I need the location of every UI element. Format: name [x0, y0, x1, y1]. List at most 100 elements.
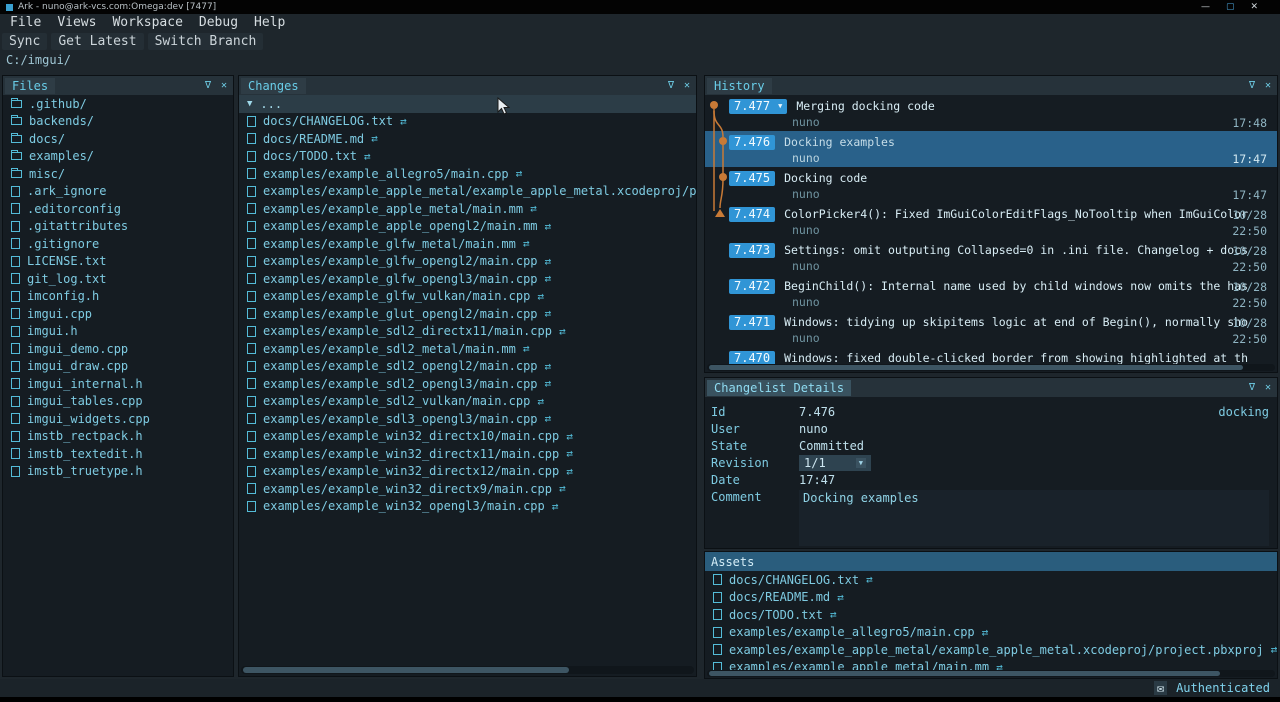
toolbar-button[interactable]: Switch Branch: [148, 33, 264, 50]
close-window-icon[interactable]: ✕: [1250, 2, 1258, 12]
close-icon[interactable]: ✕: [684, 80, 690, 91]
commit-author: nuno: [792, 295, 1269, 309]
maximize-icon[interactable]: ▢: [1226, 2, 1235, 12]
field-date: Date 17:47: [705, 471, 1277, 488]
history-entry[interactable]: 7.476 ▼ Docking examples nuno 17:47: [705, 131, 1277, 167]
filter-icon[interactable]: ∇: [1249, 382, 1255, 393]
file-tree-item[interactable]: imgui.h: [3, 323, 233, 341]
changed-file-row[interactable]: examples/example_win32_directx10/main.cp…: [239, 428, 696, 446]
filter-icon[interactable]: ∇: [668, 80, 674, 91]
toolbar-button[interactable]: Get Latest: [51, 33, 143, 50]
file-tree-item[interactable]: imgui_demo.cpp: [3, 340, 233, 358]
changed-file-row[interactable]: examples/example_allegro5/main.cpp ⇄: [239, 165, 696, 183]
file-tree-item[interactable]: backends/: [3, 113, 233, 131]
changed-file-row[interactable]: examples/example_sdl2_opengl2/main.cpp ⇄: [239, 358, 696, 376]
revision-badge[interactable]: 7.471 ▼: [729, 315, 775, 330]
changed-file-row[interactable]: examples/example_win32_opengl3/main.cpp …: [239, 498, 696, 516]
asset-file-row[interactable]: examples/example_allegro5/main.cpp ⇄: [705, 624, 1277, 642]
file-tree-item[interactable]: imstb_textedit.h: [3, 445, 233, 463]
revision-select[interactable]: 1/1 ▼: [799, 455, 871, 471]
close-icon[interactable]: ✕: [1265, 80, 1271, 91]
changes-root-row[interactable]: ▼ ...: [239, 95, 696, 113]
file-tree-item[interactable]: git_log.txt: [3, 270, 233, 288]
changed-file-row[interactable]: examples/example_win32_directx12/main.cp…: [239, 463, 696, 481]
file-tree-item[interactable]: .ark_ignore: [3, 183, 233, 201]
file-tree-item[interactable]: misc/: [3, 165, 233, 183]
file-tree-item[interactable]: .github/: [3, 95, 233, 113]
assets-hscrollbar[interactable]: [707, 670, 1275, 677]
changed-file-row[interactable]: examples/example_glfw_opengl3/main.cpp ⇄: [239, 270, 696, 288]
minimize-icon[interactable]: —: [1201, 2, 1210, 12]
changed-file-row[interactable]: examples/example_win32_directx11/main.cp…: [239, 445, 696, 463]
file-tree-item[interactable]: docs/: [3, 130, 233, 148]
changed-file-row[interactable]: docs/CHANGELOG.txt ⇄: [239, 113, 696, 131]
history-hscrollbar[interactable]: [707, 364, 1275, 371]
history-entry[interactable]: 7.471 ▼ Windows: tidying up skipitems lo…: [705, 311, 1277, 347]
revision-badge[interactable]: 7.474 ▼: [729, 207, 775, 222]
file-tree-item[interactable]: examples/: [3, 148, 233, 166]
changed-file-row[interactable]: examples/example_sdl2_vulkan/main.cpp ⇄: [239, 393, 696, 411]
asset-file-row[interactable]: docs/TODO.txt ⇄: [705, 606, 1277, 624]
history-entry[interactable]: 7.477 ▼ Merging docking code nuno 17:48: [705, 95, 1277, 131]
changed-file-row[interactable]: docs/README.md ⇄: [239, 130, 696, 148]
filter-icon[interactable]: ∇: [205, 80, 211, 91]
file-tree-item[interactable]: .gitattributes: [3, 218, 233, 236]
menu-item[interactable]: Help: [246, 15, 293, 30]
file-icon: [247, 396, 256, 407]
file-tree-item[interactable]: .editorconfig: [3, 200, 233, 218]
history-entry[interactable]: 7.474 ▼ ColorPicker4(): Fixed ImGuiColor…: [705, 203, 1277, 239]
file-tree-item[interactable]: imgui_tables.cpp: [3, 393, 233, 411]
close-icon[interactable]: ✕: [221, 80, 227, 91]
changed-file-row[interactable]: examples/example_sdl2_metal/main.mm ⇄: [239, 340, 696, 358]
menu-item[interactable]: Workspace: [104, 15, 190, 30]
changed-file-row[interactable]: examples/example_glfw_vulkan/main.cpp ⇄: [239, 288, 696, 306]
file-tree-item[interactable]: imgui_internal.h: [3, 375, 233, 393]
file-tree-item[interactable]: imgui_draw.cpp: [3, 358, 233, 376]
changed-file-row[interactable]: examples/example_win32_directx9/main.cpp…: [239, 480, 696, 498]
comment-text[interactable]: Docking examples: [799, 490, 1269, 546]
file-tree-item[interactable]: .gitignore: [3, 235, 233, 253]
revision-badge[interactable]: 7.472 ▼: [729, 279, 775, 294]
history-entry[interactable]: 7.472 ▼ BeginChild(): Internal name used…: [705, 275, 1277, 311]
file-name: .editorconfig: [27, 202, 121, 216]
changed-file-row[interactable]: examples/example_sdl2_opengl3/main.cpp ⇄: [239, 375, 696, 393]
changed-file-path: examples/example_win32_directx12/main.cp…: [263, 464, 559, 478]
menu-item[interactable]: Views: [49, 15, 104, 30]
tree-open-icon[interactable]: ▼: [247, 99, 252, 109]
close-icon[interactable]: ✕: [1265, 382, 1271, 393]
file-tree-item[interactable]: LICENSE.txt: [3, 253, 233, 271]
changed-file-row[interactable]: docs/TODO.txt ⇄: [239, 148, 696, 166]
changed-file-row[interactable]: examples/example_glfw_metal/main.mm ⇄: [239, 235, 696, 253]
changed-file-row[interactable]: examples/example_apple_metal/example_app…: [239, 183, 696, 201]
asset-file-row[interactable]: examples/example_apple_metal/example_app…: [705, 641, 1277, 659]
revision-badge[interactable]: 7.475 ▼: [729, 171, 775, 186]
menu-item[interactable]: File: [2, 15, 49, 30]
changed-file-row[interactable]: examples/example_glut_opengl2/main.cpp ⇄: [239, 305, 696, 323]
changed-file-row[interactable]: examples/example_apple_opengl2/main.mm ⇄: [239, 218, 696, 236]
file-tree-item[interactable]: imgui.cpp: [3, 305, 233, 323]
changes-hscrollbar[interactable]: [241, 666, 694, 674]
file-tree-item[interactable]: imstb_rectpack.h: [3, 428, 233, 446]
changed-file-row[interactable]: examples/example_glfw_opengl2/main.cpp ⇄: [239, 253, 696, 271]
toolbar-button[interactable]: Sync: [2, 33, 47, 50]
history-entry[interactable]: 7.473 ▼ Settings: omit outputing Collaps…: [705, 239, 1277, 275]
scrollbar-thumb[interactable]: [709, 671, 1220, 676]
assets-panel-header[interactable]: Assets: [705, 552, 1277, 571]
changed-file-row[interactable]: examples/example_sdl3_opengl3/main.cpp ⇄: [239, 410, 696, 428]
file-tree-item[interactable]: imstb_truetype.h: [3, 463, 233, 481]
scrollbar-thumb[interactable]: [709, 365, 1243, 370]
revision-badge[interactable]: 7.473 ▼: [729, 243, 775, 258]
asset-file-row[interactable]: docs/CHANGELOG.txt ⇄: [705, 571, 1277, 589]
history-entry[interactable]: 7.475 ▼ Docking code nuno 17:47: [705, 167, 1277, 203]
changed-file-row[interactable]: examples/example_sdl2_directx11/main.cpp…: [239, 323, 696, 341]
revision-badge[interactable]: 7.476 ▼: [729, 135, 775, 150]
asset-file-row[interactable]: docs/README.md ⇄: [705, 589, 1277, 607]
menu-item[interactable]: Debug: [191, 15, 246, 30]
file-name: imstb_truetype.h: [27, 464, 143, 478]
filter-icon[interactable]: ∇: [1249, 80, 1255, 91]
changed-file-row[interactable]: examples/example_apple_metal/main.mm ⇄: [239, 200, 696, 218]
scrollbar-thumb[interactable]: [243, 667, 569, 673]
revision-badge[interactable]: 7.477 ▼: [729, 99, 787, 114]
file-tree-item[interactable]: imconfig.h: [3, 288, 233, 306]
file-tree-item[interactable]: imgui_widgets.cpp: [3, 410, 233, 428]
